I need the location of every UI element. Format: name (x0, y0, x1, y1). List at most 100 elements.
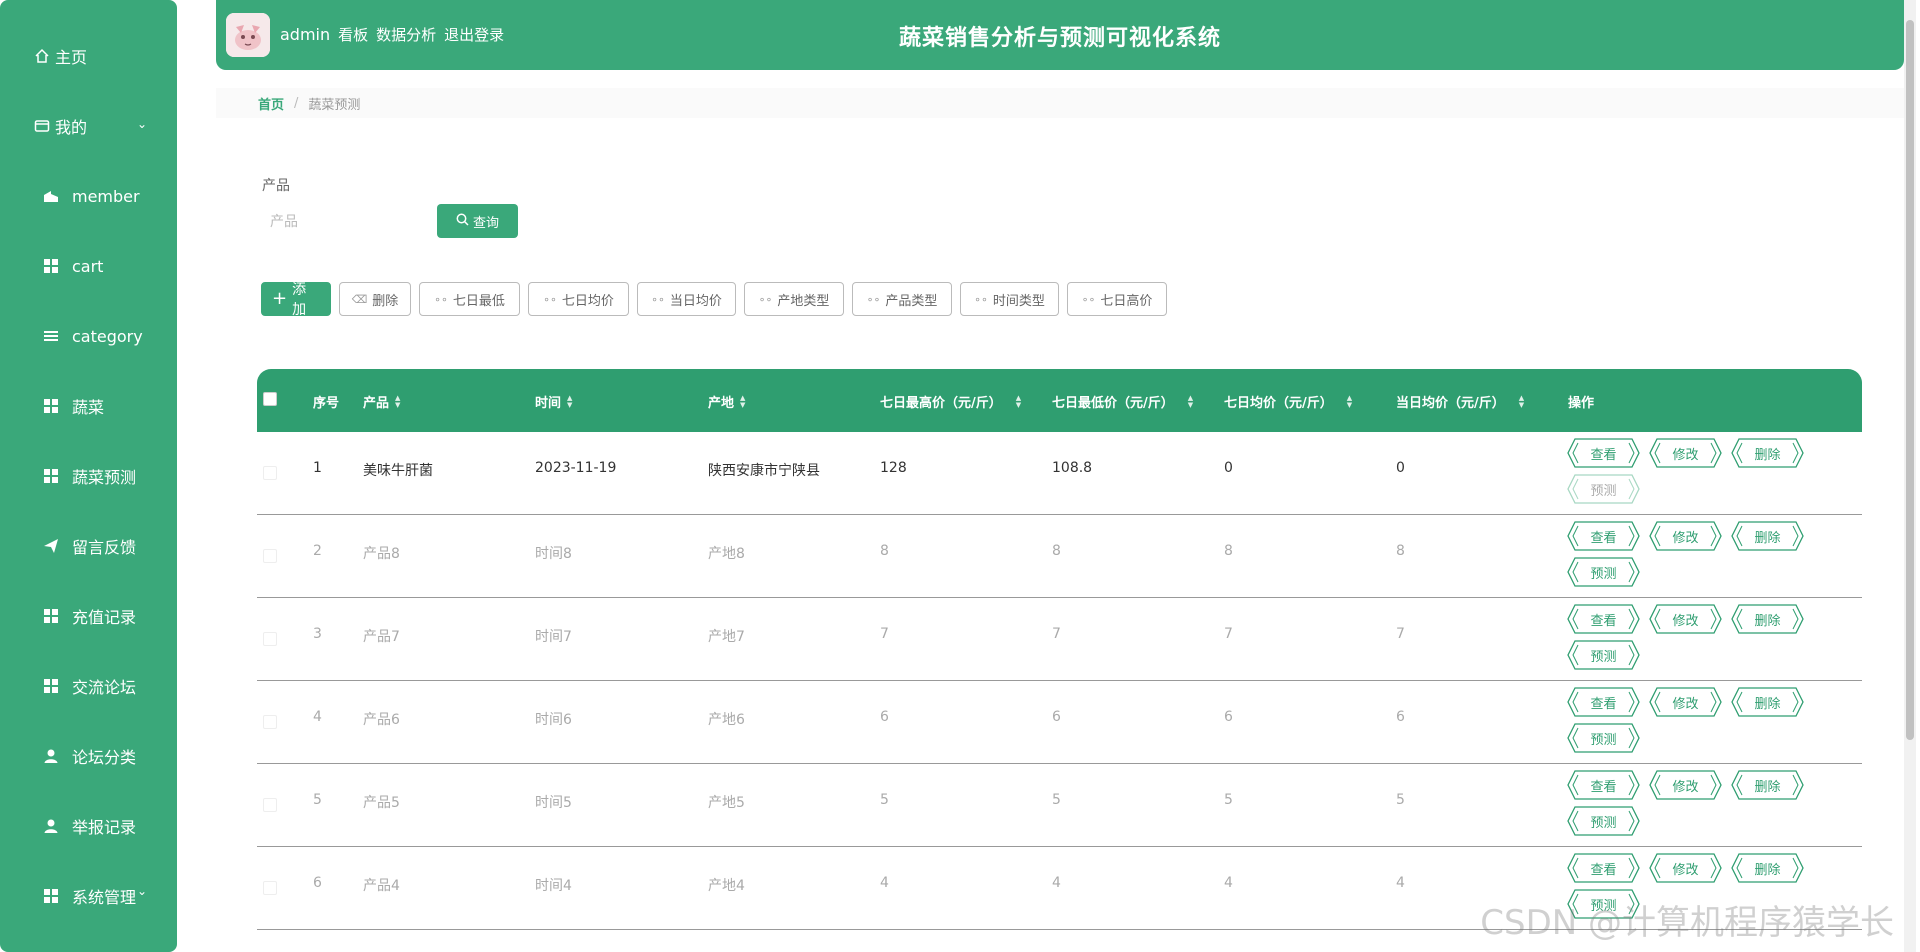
sidebar-item-forum-category[interactable]: 论坛分类 (0, 736, 177, 776)
sidebar-item-vegetable-forecast[interactable]: 蔬菜预测 (0, 456, 177, 496)
edit-button[interactable]: 修改 (1649, 438, 1722, 468)
row-checkbox[interactable] (263, 632, 277, 646)
cell-no: 3 (313, 626, 322, 642)
predict-button[interactable]: 预测 (1567, 806, 1640, 836)
action-label: 删除 (1754, 447, 1781, 463)
scrollbar-thumb[interactable] (1906, 20, 1914, 740)
sidebar-item-forum[interactable]: 交流论坛 (0, 666, 177, 706)
chart-max7-button[interactable]: ∘∘ 七日高价 (1067, 282, 1167, 316)
predict-button[interactable]: 预测 (1567, 723, 1640, 753)
delete-row-button[interactable]: 删除 (1731, 853, 1804, 883)
breadcrumb-current: 蔬菜预测 (308, 97, 361, 113)
add-button[interactable]: + 添加 (261, 282, 331, 318)
trash-icon: ⌫ (351, 292, 368, 306)
action-label: 预测 (1590, 649, 1617, 665)
search-input[interactable] (262, 205, 422, 239)
row-checkbox[interactable] (263, 798, 277, 812)
query-button-label: 查询 (472, 215, 499, 231)
sidebar-item-member[interactable]: member (0, 176, 177, 216)
action-label: 查看 (1590, 447, 1617, 463)
delete-row-button[interactable]: 删除 (1731, 521, 1804, 551)
page-scrollbar[interactable] (1904, 0, 1916, 952)
column-header-product[interactable]: 产品 ▲ ▼ (363, 392, 400, 411)
cell-min7: 6 (1052, 709, 1061, 725)
edit-button[interactable]: 修改 (1649, 604, 1722, 634)
edit-button[interactable]: 修改 (1649, 853, 1722, 883)
cell-time: 时间8 (535, 546, 572, 562)
view-button[interactable]: 查看 (1567, 687, 1640, 717)
home-icon (33, 47, 51, 65)
sidebar-item-report[interactable]: 举报记录 (0, 806, 177, 846)
sidebar-item-label: 交流论坛 (72, 678, 137, 697)
sidebar-item-system[interactable]: 系统管理 ⌄ (0, 876, 177, 916)
chart-avgtoday-button[interactable]: ∘∘ 当日均价 (637, 282, 736, 316)
action-label: 查看 (1590, 862, 1617, 878)
predict-button[interactable]: 预测 (1567, 557, 1640, 587)
column-header-avgtoday[interactable]: 当日均价（元/斤） ▲ ▼ (1396, 392, 1524, 411)
view-button[interactable]: 查看 (1567, 438, 1640, 468)
sidebar-item-vegetable[interactable]: 蔬菜 (0, 386, 177, 426)
delete-row-button[interactable]: 删除 (1731, 770, 1804, 800)
chart-min7-button[interactable]: ∘∘ 七日最低 (419, 282, 520, 316)
sidebar-item-recharge[interactable]: 充值记录 (0, 596, 177, 636)
chart-product-type-button[interactable]: ∘∘ 产品类型 (852, 282, 952, 316)
cell-max7: 7 (880, 626, 889, 642)
cell-min7: 5 (1052, 792, 1061, 808)
sidebar-item-feedback[interactable]: 留言反馈 (0, 526, 177, 566)
view-button[interactable]: 查看 (1567, 604, 1640, 634)
predict-button[interactable]: 预测 (1567, 640, 1640, 670)
view-button[interactable]: 查看 (1567, 853, 1640, 883)
delete-row-button[interactable]: 删除 (1731, 438, 1804, 468)
action-label: 修改 (1672, 447, 1699, 463)
action-label: 查看 (1590, 613, 1617, 629)
delete-row-button[interactable]: 删除 (1731, 687, 1804, 717)
cell-origin: 产地8 (708, 546, 745, 562)
action-label: 查看 (1590, 779, 1617, 795)
query-button[interactable]: 查询 (437, 204, 518, 238)
edit-button[interactable]: 修改 (1649, 770, 1722, 800)
share-icon: ∘∘ (974, 292, 988, 306)
row-checkbox[interactable] (263, 466, 277, 480)
share-icon: ∘∘ (758, 292, 773, 306)
sidebar-item-mine[interactable]: 我的 ⌄ (0, 106, 177, 146)
column-header-avg7[interactable]: 七日均价（元/斤） ▲ ▼ (1224, 392, 1352, 411)
breadcrumb-home[interactable]: 首页 (258, 94, 284, 113)
view-button[interactable]: 查看 (1567, 521, 1640, 551)
chevron-down-icon: ⌄ (136, 117, 147, 131)
cell-origin: 产地5 (708, 795, 745, 811)
delete-button[interactable]: ⌫ 删除 (339, 282, 411, 316)
column-header-origin[interactable]: 产地 ▲ ▼ (708, 392, 745, 411)
chart-origin-type-button[interactable]: ∘∘ 产地类型 (744, 282, 844, 316)
cell-time: 时间6 (535, 712, 572, 728)
share-icon: ∘∘ (651, 292, 665, 306)
cell-origin: 产地6 (708, 712, 745, 728)
cell-min7: 108.8 (1052, 460, 1093, 476)
view-button[interactable]: 查看 (1567, 770, 1640, 800)
table-row: 4 产品6 时间6 产地6 6 6 6 6 查看 修改 删除 预测 (257, 681, 1862, 764)
column-header-max7[interactable]: 七日最高价（元/斤） ▲ ▼ (880, 392, 1021, 411)
table-header: 序号 产品 ▲ ▼ 时间 ▲ ▼ 产地 ▲ ▼ 七日最高价（元/斤） ▲ ▼ 七日最低价（元/斤… (257, 369, 1862, 432)
delete-row-button[interactable]: 删除 (1731, 604, 1804, 634)
chart-avg7-button[interactable]: ∘∘ 七日均价 (528, 282, 629, 316)
sidebar-item-category[interactable]: category (0, 316, 177, 356)
sort-icon: ▲ ▼ (1187, 393, 1194, 409)
cell-avg7: 6 (1224, 709, 1233, 725)
chart-time-type-button[interactable]: ∘∘ 时间类型 (960, 282, 1059, 316)
edit-button[interactable]: 修改 (1649, 521, 1722, 551)
cell-product: 产品5 (363, 795, 400, 811)
row-checkbox[interactable] (263, 881, 277, 895)
sidebar-item-cart[interactable]: cart (0, 246, 177, 286)
cell-avg7: 5 (1224, 792, 1233, 808)
column-header-min7[interactable]: 七日最低价（元/斤） ▲ ▼ (1052, 392, 1193, 411)
column-header-time[interactable]: 时间 ▲ ▼ (535, 392, 572, 411)
row-checkbox[interactable] (263, 715, 277, 729)
row-checkbox[interactable] (263, 549, 277, 563)
predict-button[interactable]: 预测 (1567, 474, 1640, 504)
send-icon (42, 537, 60, 555)
sidebar-item-home[interactable]: 主页 (0, 36, 177, 76)
edit-button[interactable]: 修改 (1649, 687, 1722, 717)
select-all-checkbox[interactable] (263, 392, 277, 406)
table-row: 1 美味牛肝菌 2023-11-19 陕西安康市宁陕县 128 108.8 0 0 查看 修改 删除… (257, 432, 1862, 515)
sidebar-item-label: cart (72, 256, 104, 276)
table-row: 5 产品5 时间5 产地5 5 5 5 5 查看 修改 删除 预测 (257, 764, 1862, 847)
